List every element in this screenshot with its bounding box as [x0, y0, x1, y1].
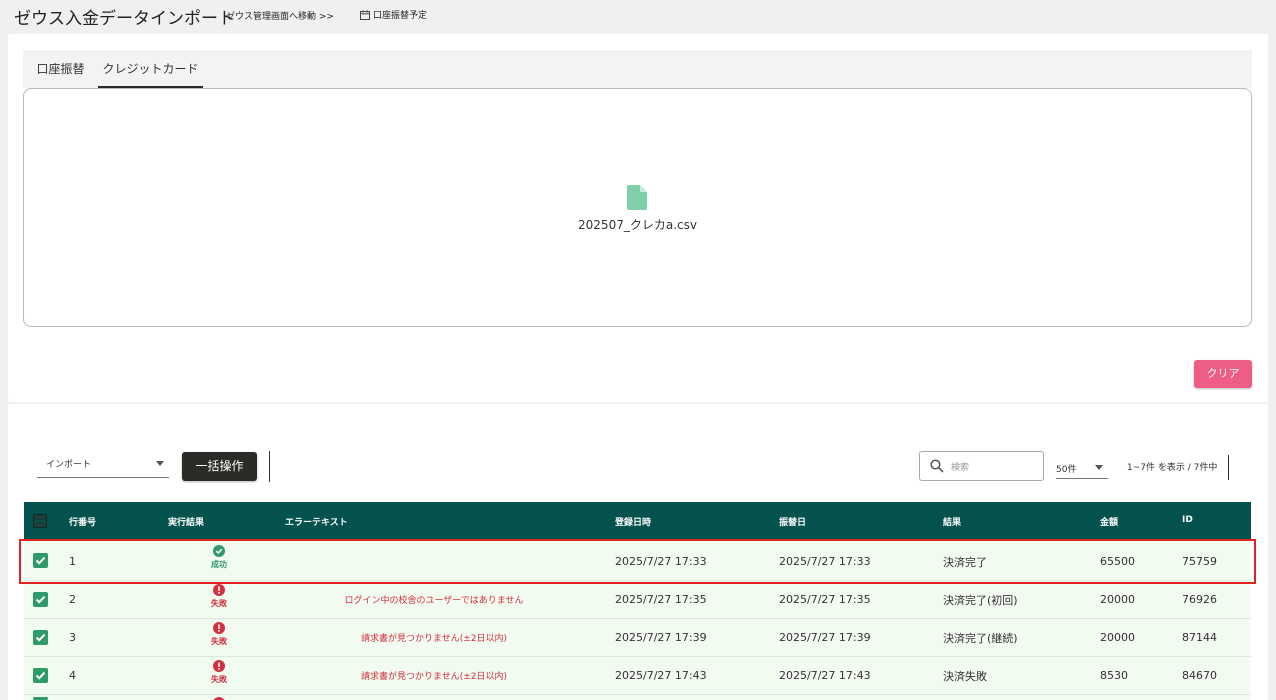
table-row[interactable]: 3 失敗 請求書が見つかりません(±2日以内) 2025/7/27 17:39 …: [24, 619, 1251, 657]
file-dropzone[interactable]: 202507_クレカa.csv: [23, 88, 1252, 327]
page-title: ゼウス入金データインポート: [14, 9, 235, 29]
cell-line-number: 3: [69, 631, 76, 644]
select-all-checkbox[interactable]: [33, 514, 47, 528]
status-label: 失敗: [211, 675, 227, 684]
error-circle-icon: [213, 584, 225, 596]
search-input[interactable]: 検索: [919, 451, 1044, 481]
status-badge: 失敗: [194, 660, 244, 685]
file-name: 202507_クレカa.csv: [578, 218, 697, 232]
status-label: 失敗: [211, 599, 227, 608]
cell-result: 決済完了(継続): [943, 632, 1018, 645]
cell-transfer-date: 2025/7/27 17:39: [779, 631, 871, 644]
tab-bar: 口座振替 クレジットカード: [23, 50, 1252, 88]
status-badge: 失敗: [194, 584, 244, 609]
cell-registered-at: 2025/7/27 17:39: [615, 631, 707, 644]
import-select[interactable]: インポート: [37, 451, 169, 478]
cell-id: 87144: [1182, 631, 1217, 644]
zeus-admin-link[interactable]: ゼウス管理画面へ移動 >>: [226, 9, 334, 22]
cell-id: 76926: [1182, 593, 1217, 606]
row-checkbox[interactable]: [33, 668, 48, 683]
table-row: [24, 695, 1251, 700]
tab-credit-card[interactable]: クレジットカード: [98, 50, 203, 88]
calendar-icon: [360, 9, 370, 20]
col-execution-result[interactable]: 実行結果: [168, 515, 204, 528]
search-icon: [930, 459, 944, 473]
cell-id: 84670: [1182, 669, 1217, 682]
error-circle-icon: [213, 660, 225, 672]
cell-transfer-date: 2025/7/27 17:43: [779, 669, 871, 682]
col-registered-at[interactable]: 登録日時: [615, 515, 651, 528]
pagination-divider: [1228, 455, 1229, 480]
status-badge: 失敗: [194, 622, 244, 647]
table-row[interactable]: 4 失敗 請求書が見つかりません(±2日以内) 2025/7/27 17:43 …: [24, 657, 1251, 695]
per-page-select[interactable]: 50件: [1056, 455, 1108, 479]
col-id[interactable]: ID: [1182, 515, 1193, 525]
cell-registered-at: 2025/7/27 17:43: [615, 669, 707, 682]
col-transfer-date[interactable]: 振替日: [779, 515, 806, 528]
app-header: ゼウス入金データインポート ゼウス管理画面へ移動 >> 口座振替予定: [0, 0, 1276, 32]
per-page-value: 50件: [1056, 465, 1077, 475]
import-select-value: インポート: [46, 460, 92, 470]
cell-line-number: 2: [69, 593, 76, 606]
row-checkbox[interactable]: [33, 630, 48, 645]
cell-result: 決済失敗: [943, 670, 987, 683]
col-amount[interactable]: 金額: [1100, 515, 1118, 528]
row-highlight-frame: [19, 539, 1256, 584]
cell-error-text: 請求書が見つかりません(±2日以内): [360, 672, 508, 682]
cell-result: 決済完了(初回): [943, 594, 1018, 607]
error-circle-icon: [213, 622, 225, 634]
status-label: 失敗: [211, 637, 227, 646]
chevron-down-icon: [1095, 465, 1103, 470]
col-error-text[interactable]: エラーテキスト: [285, 515, 348, 528]
check-icon: [35, 595, 46, 604]
cell-line-number: 4: [69, 669, 76, 682]
col-line-number[interactable]: 行番号: [69, 515, 96, 528]
table-row[interactable]: 2 失敗 ログイン中の校舎のユーザーではありません 2025/7/27 17:3…: [24, 581, 1251, 619]
cell-amount: 8530: [1100, 669, 1128, 682]
transfer-schedule-label: 口座振替予定: [373, 11, 428, 21]
cell-registered-at: 2025/7/27 17:35: [615, 593, 707, 606]
toolbar-divider: [269, 451, 270, 482]
pagination-count: 1~7件 を表示 / 7件中: [1127, 463, 1218, 473]
check-icon: [35, 671, 46, 680]
cell-error-text: 請求書が見つかりません(±2日以内): [360, 634, 508, 644]
row-checkbox[interactable]: [33, 592, 48, 607]
bulk-action-button[interactable]: 一括操作: [182, 452, 257, 481]
chevron-down-icon: [156, 461, 164, 466]
clear-button[interactable]: クリア: [1194, 360, 1252, 388]
cell-transfer-date: 2025/7/27 17:35: [779, 593, 871, 606]
cell-amount: 20000: [1100, 631, 1135, 644]
transfer-schedule-link[interactable]: 口座振替予定: [360, 8, 427, 21]
upload-card: 口座振替 クレジットカード 202507_クレカa.csv クリア: [8, 34, 1268, 402]
check-icon: [35, 633, 46, 642]
cell-error-text: ログイン中の校舎のユーザーではありません: [344, 596, 524, 606]
search-placeholder: 検索: [951, 463, 970, 473]
tab-account-transfer[interactable]: 口座振替: [23, 50, 98, 88]
file-icon: [627, 185, 647, 210]
col-result[interactable]: 結果: [943, 515, 961, 528]
table-header: 行番号 実行結果 エラーテキスト 登録日時 振替日 結果 金額 ID: [24, 502, 1251, 539]
cell-amount: 20000: [1100, 593, 1135, 606]
